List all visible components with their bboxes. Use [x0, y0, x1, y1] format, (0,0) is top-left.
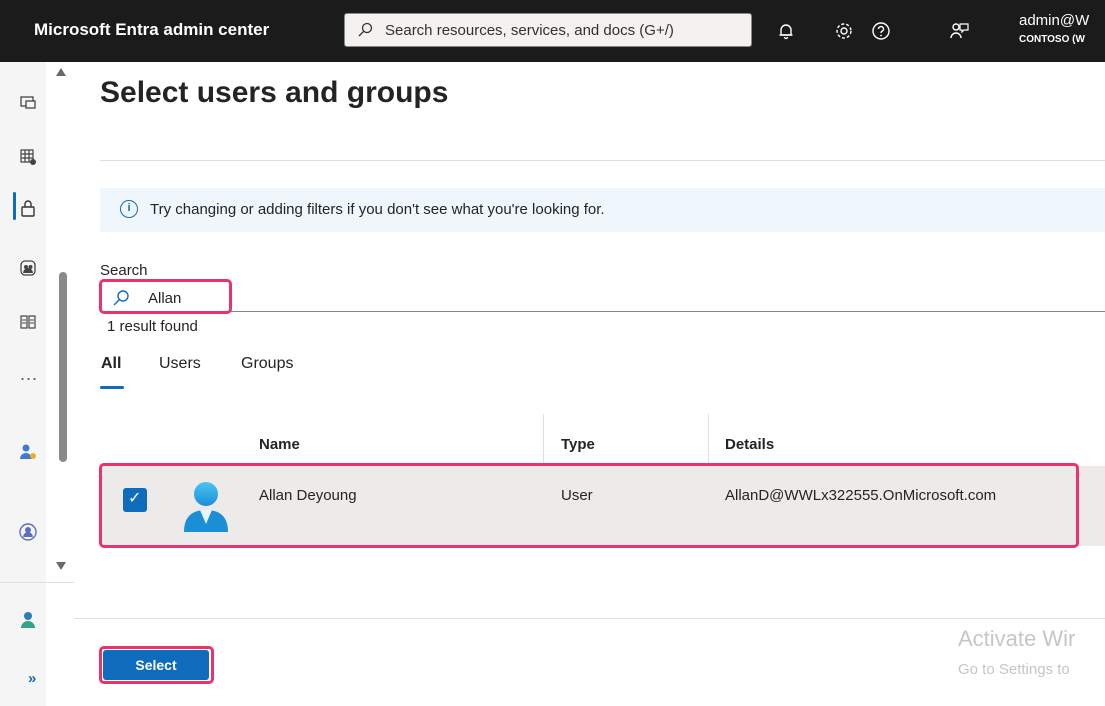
left-nav-rail: ... »: [0, 62, 74, 706]
lock-icon[interactable]: [18, 198, 38, 218]
identity-governance-icon[interactable]: [18, 258, 38, 278]
account-icon[interactable]: [18, 610, 38, 630]
protection-icon[interactable]: [18, 522, 38, 542]
search-highlight: [99, 279, 232, 314]
result-count: 1 result found: [107, 318, 198, 335]
select-button-highlight: [99, 646, 214, 684]
scroll-down-arrow[interactable]: [56, 562, 66, 570]
column-header-name[interactable]: Name: [259, 436, 300, 453]
top-bar: Microsoft Entra admin center Search reso…: [0, 0, 1105, 62]
account-tenant[interactable]: CONTOSO (W: [1019, 34, 1085, 45]
gear-icon[interactable]: [833, 20, 855, 42]
tab-users[interactable]: Users: [159, 355, 201, 373]
column-header-type[interactable]: Type: [561, 436, 595, 453]
column-header-details[interactable]: Details: [725, 436, 774, 453]
account-name[interactable]: admin@W: [1019, 12, 1089, 29]
global-search-box[interactable]: Search resources, services, and docs (G+…: [344, 13, 752, 47]
row-highlight: [99, 463, 1079, 548]
grid-apps-icon[interactable]: [18, 147, 38, 167]
search-label: Search: [100, 262, 148, 279]
help-icon[interactable]: [870, 20, 892, 42]
search-icon: [358, 22, 373, 37]
rail-selected-indicator: [13, 192, 16, 220]
user-admin-icon[interactable]: [18, 442, 38, 462]
page-title: Select users and groups: [100, 76, 449, 109]
info-banner-text: Try changing or adding filters if you do…: [150, 201, 605, 218]
feedback-icon[interactable]: [948, 20, 970, 42]
search-field[interactable]: [100, 284, 1105, 312]
expand-icon[interactable]: »: [28, 670, 36, 687]
info-banner: i Try changing or adding filters if you …: [100, 188, 1105, 232]
global-search-placeholder: Search resources, services, and docs (G+…: [385, 22, 674, 39]
dashboard-icon[interactable]: [18, 92, 38, 112]
scroll-up-arrow[interactable]: [56, 68, 66, 76]
title-divider: [100, 160, 1105, 161]
activation-watermark-title: Activate Wir: [958, 626, 1076, 651]
app-title[interactable]: Microsoft Entra admin center: [34, 20, 269, 40]
bell-icon[interactable]: [775, 20, 797, 42]
rail-divider: [0, 582, 74, 583]
app-registrations-icon[interactable]: [18, 312, 38, 332]
footer-divider: [74, 618, 1105, 619]
rail-scrollbar[interactable]: [59, 272, 67, 462]
tab-all[interactable]: All: [101, 355, 121, 373]
active-tab-indicator: [100, 386, 124, 389]
info-icon: i: [120, 200, 138, 218]
tab-groups[interactable]: Groups: [241, 355, 293, 373]
more-icon[interactable]: ...: [20, 364, 38, 385]
activation-watermark-subtitle: Go to Settings to: [958, 661, 1070, 678]
